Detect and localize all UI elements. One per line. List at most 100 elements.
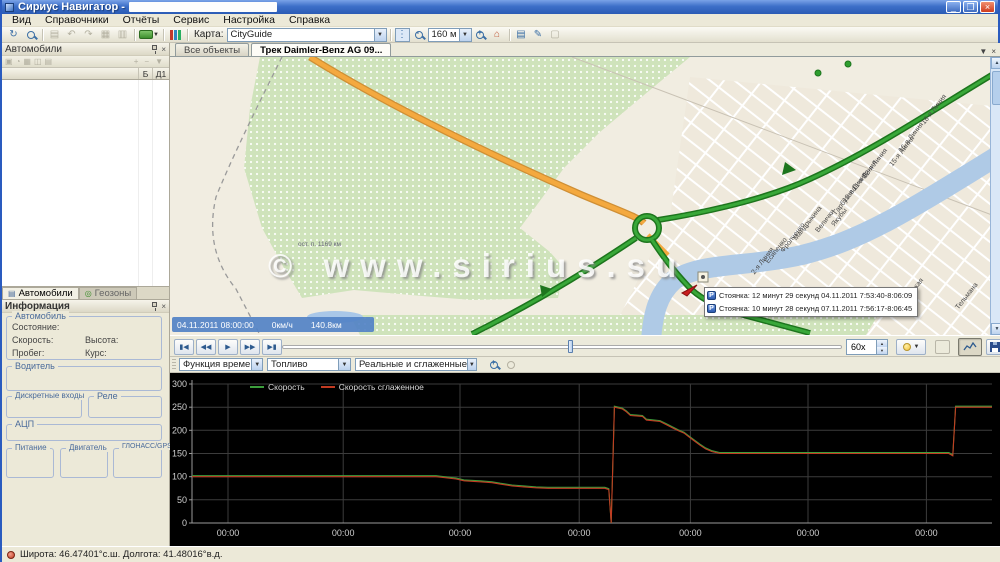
chevron-down-icon[interactable]: ▼ bbox=[338, 359, 350, 370]
lamp-button[interactable]: ▼ bbox=[896, 339, 926, 355]
add-icon[interactable]: + bbox=[134, 57, 139, 66]
overlay-distance: 140.8км bbox=[311, 320, 342, 330]
chart-zoom-in-icon[interactable]: + bbox=[486, 358, 501, 372]
chart-values-select[interactable]: Реальные и сглаженные значен ▼ bbox=[355, 358, 477, 371]
search-vehicle-icon[interactable]: ◔ bbox=[16, 57, 21, 66]
scrollbar-thumb[interactable] bbox=[992, 71, 1000, 105]
menu-reports[interactable]: Отчёты bbox=[117, 14, 166, 26]
chevron-down-icon[interactable]: ▼ bbox=[374, 29, 386, 41]
timeline-slider[interactable] bbox=[282, 345, 842, 349]
power-group: Питание bbox=[6, 448, 54, 478]
minimize-button[interactable]: _ bbox=[946, 1, 961, 13]
chart-icon[interactable] bbox=[168, 28, 183, 42]
rewind-button[interactable]: ◀◀ bbox=[196, 339, 216, 355]
tab-all-objects[interactable]: Все объекты bbox=[175, 43, 249, 56]
skip-end-button[interactable]: ▶▮ bbox=[262, 339, 282, 355]
drag-grip[interactable] bbox=[172, 359, 176, 371]
playback-position-overlay: 04.11.2011 08:00:00 0км/ч 140.8км bbox=[172, 317, 374, 332]
redo-icon[interactable]: ↷ bbox=[81, 28, 96, 42]
menu-view[interactable]: Вид bbox=[6, 14, 37, 26]
tab-vehicles[interactable]: ▤ Автомобили bbox=[2, 287, 79, 299]
save-button[interactable] bbox=[986, 339, 1000, 355]
option-button[interactable] bbox=[935, 340, 950, 354]
station-label: ост. п. 1169 км bbox=[298, 241, 341, 248]
chevron-down-icon[interactable]: ▼ bbox=[467, 359, 476, 370]
search-icon[interactable] bbox=[23, 28, 38, 42]
info-panel-title: Информация bbox=[5, 301, 70, 312]
map-select[interactable]: CityGuide ▼ bbox=[227, 28, 387, 42]
pin-icon[interactable] bbox=[152, 45, 157, 50]
vehicles-list[interactable] bbox=[2, 80, 169, 287]
maximize-button[interactable]: ❐ bbox=[963, 1, 978, 13]
column-name[interactable] bbox=[2, 68, 139, 79]
driver-group: Водитель bbox=[6, 366, 162, 391]
globe-icon: ◎ bbox=[85, 289, 92, 298]
chevron-down-icon[interactable]: ▼ bbox=[979, 47, 987, 56]
vehicles-grid-header: Б Д1 bbox=[2, 68, 169, 80]
disabled-icon: ▢ bbox=[548, 28, 563, 42]
column-b[interactable]: Б bbox=[139, 68, 153, 79]
field-state: Состояние: bbox=[12, 322, 59, 332]
map-scrollbar[interactable]: ▲ ▼ bbox=[990, 57, 1000, 335]
field-mileage: Пробег: bbox=[12, 348, 44, 358]
zoom-out-map-icon[interactable]: - bbox=[412, 28, 427, 42]
spin-up-icon[interactable]: ▲ bbox=[876, 340, 887, 347]
spin-down-icon[interactable]: ▼ bbox=[876, 347, 887, 354]
chevron-down-icon[interactable]: ▼ bbox=[459, 29, 471, 41]
undo-icon[interactable]: ↶ bbox=[64, 28, 79, 42]
svg-text:00:00: 00:00 bbox=[679, 528, 702, 538]
grid-icon[interactable]: ▦ bbox=[98, 28, 113, 42]
fast-forward-button[interactable]: ▶▶ bbox=[240, 339, 260, 355]
close-icon[interactable]: × bbox=[161, 45, 166, 54]
tab-geozones[interactable]: ◎ Геозоны bbox=[79, 287, 138, 299]
overlay-speed: 0км/ч bbox=[272, 320, 293, 330]
map-view[interactable]: 18-я Линия16-я Линия15-я Линия12-я Линия… bbox=[170, 57, 1000, 335]
chart-controls: Функция времени ▼ Топливо ▼ Реальные и с… bbox=[170, 357, 1000, 373]
chart-zoom-out-icon[interactable] bbox=[503, 358, 518, 372]
speed-spinner[interactable]: 60x ▲▼ bbox=[846, 339, 888, 355]
chevron-down-icon[interactable]: ▼ bbox=[251, 359, 262, 370]
pin-icon[interactable] bbox=[152, 302, 157, 307]
menu-service[interactable]: Сервис bbox=[167, 14, 215, 26]
columns-icon[interactable]: ▥ bbox=[115, 28, 130, 42]
refresh-list-icon[interactable]: ▤ bbox=[45, 57, 53, 66]
skip-start-button[interactable]: ▮◀ bbox=[174, 339, 194, 355]
edit-icon[interactable]: ✎ bbox=[531, 28, 546, 42]
group-icon[interactable]: ▣ bbox=[5, 57, 13, 66]
scale-select[interactable]: 160 м ▼ bbox=[428, 28, 472, 42]
scroll-down-icon[interactable]: ▼ bbox=[991, 323, 1000, 335]
close-button[interactable]: × bbox=[980, 1, 995, 13]
column-d1[interactable]: Д1 bbox=[153, 68, 169, 79]
coordinates-text: Широта: 46.47401°с.ш. Долгота: 41.48016°… bbox=[20, 549, 222, 560]
scroll-up-icon[interactable]: ▲ bbox=[991, 57, 1000, 69]
svg-text:00:00: 00:00 bbox=[332, 528, 355, 538]
home-icon[interactable]: ⌂ bbox=[490, 28, 505, 42]
vehicle-icon[interactable]: ▼ bbox=[139, 28, 159, 42]
close-tab-icon[interactable]: × bbox=[991, 47, 996, 56]
main-area: Все объекты Трек Daimler-Benz AG 09... ▼… bbox=[170, 43, 1000, 546]
svg-text:100: 100 bbox=[172, 472, 187, 482]
play-button[interactable]: ▶ bbox=[218, 339, 238, 355]
app-window: Сириус Навигатор - _ ❐ × Вид Справочники… bbox=[0, 0, 1000, 562]
menu-settings[interactable]: Настройка bbox=[217, 14, 281, 26]
chart-mode-select[interactable]: Функция времени ▼ bbox=[179, 358, 263, 371]
svg-text:00:00: 00:00 bbox=[449, 528, 472, 538]
chevron-down-icon[interactable]: ▼ bbox=[155, 57, 163, 66]
close-icon[interactable]: × bbox=[161, 302, 166, 311]
track-icon[interactable]: ◫ bbox=[34, 57, 42, 66]
traffic-light-icon[interactable]: ⋮ bbox=[395, 28, 410, 42]
chart-sensor-select[interactable]: Топливо ▼ bbox=[267, 358, 351, 371]
list-icon[interactable]: ▤ bbox=[514, 28, 529, 42]
menu-help[interactable]: Справка bbox=[283, 14, 336, 26]
remove-icon[interactable]: − bbox=[144, 57, 149, 66]
export-icon[interactable]: ▤ bbox=[47, 28, 62, 42]
timeline-slider-thumb[interactable] bbox=[568, 340, 573, 353]
chart-toggle-button[interactable] bbox=[958, 338, 982, 356]
refresh-icon[interactable]: ↻ bbox=[6, 28, 21, 42]
overlay-datetime: 04.11.2011 08:00:00 bbox=[177, 320, 254, 330]
filter-icon[interactable]: ▦ bbox=[23, 57, 31, 66]
tab-track[interactable]: Трек Daimler-Benz AG 09... bbox=[251, 43, 391, 56]
svg-text:250: 250 bbox=[172, 402, 187, 412]
zoom-in-map-icon[interactable]: + bbox=[473, 28, 488, 42]
menu-directories[interactable]: Справочники bbox=[39, 14, 115, 26]
